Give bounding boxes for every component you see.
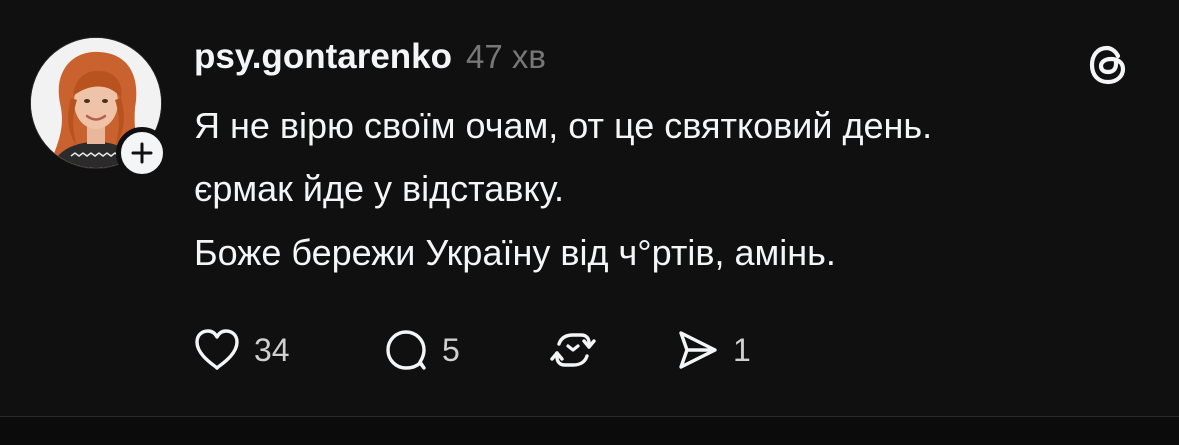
heart-icon xyxy=(195,329,239,370)
plus-icon xyxy=(131,142,153,164)
comment-icon xyxy=(386,330,426,370)
repost-icon xyxy=(550,333,596,367)
repost-button[interactable] xyxy=(548,327,673,373)
share-icon xyxy=(679,331,717,369)
next-post-area xyxy=(0,417,1179,445)
share-button[interactable]: 1 xyxy=(673,327,751,373)
share-count: 1 xyxy=(733,331,751,368)
action-bar: 34 5 1 xyxy=(192,323,751,377)
like-count: 34 xyxy=(254,331,290,368)
post-timestamp: 47 хв xyxy=(466,38,546,75)
comment-button[interactable]: 5 xyxy=(382,327,548,373)
threads-logo-icon[interactable] xyxy=(1085,42,1131,88)
like-button[interactable]: 34 xyxy=(192,327,382,373)
post-text-line: Я не вірю своїм очам, от це святковий де… xyxy=(194,105,933,146)
username-link[interactable]: psy.gontarenko xyxy=(194,37,452,77)
post-body: Я не вірю своїм очам, от це святковий де… xyxy=(194,104,1154,275)
comment-count: 5 xyxy=(442,331,460,368)
follow-button[interactable] xyxy=(116,127,168,179)
post-text-line: єрмак йде у відставку. xyxy=(194,168,564,209)
avatar-container xyxy=(30,37,168,179)
post-text-line: Боже бережи Україну від ч°ртів, амінь. xyxy=(194,232,836,273)
thread-post: psy.gontarenko 47 хв Я не вірю своїм оча… xyxy=(0,0,1179,416)
post-header: psy.gontarenko 47 хв xyxy=(194,37,546,83)
